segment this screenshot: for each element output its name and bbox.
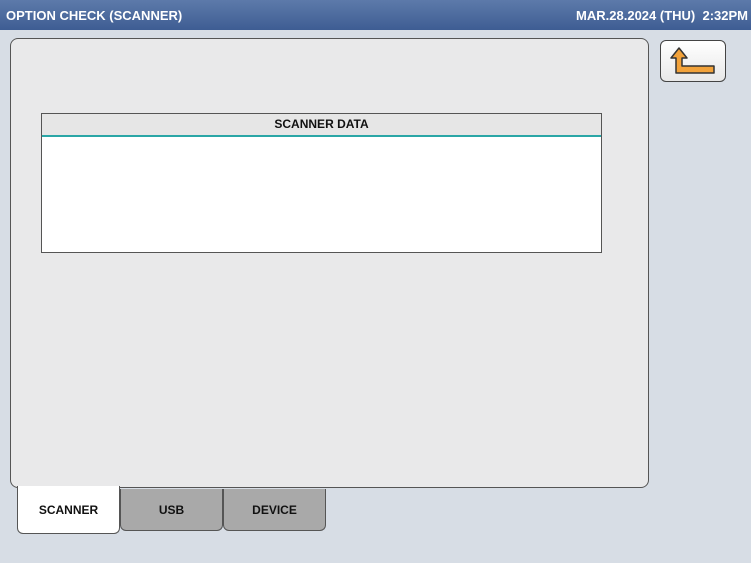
tab-device-label: DEVICE xyxy=(252,502,297,517)
tab-usb[interactable]: USB xyxy=(120,489,223,531)
window-title: OPTION CHECK (SCANNER) xyxy=(6,8,183,23)
scanner-data-box: SCANNER DATA xyxy=(41,113,602,253)
tab-device[interactable]: DEVICE xyxy=(223,489,326,531)
back-button[interactable] xyxy=(660,40,726,82)
return-arrow-icon xyxy=(670,47,715,74)
date-time: MAR.28.2024 (THU) 2:32PM xyxy=(576,8,748,23)
tab-usb-label: USB xyxy=(158,502,185,517)
title-bar: OPTION CHECK (SCANNER) MAR.28.2024 (THU)… xyxy=(0,0,751,30)
main-panel xyxy=(10,38,649,488)
scanner-data-header: SCANNER DATA xyxy=(42,114,601,137)
tab-scanner-label: SCANNER xyxy=(38,502,99,517)
tab-scanner[interactable]: SCANNER xyxy=(17,486,120,534)
